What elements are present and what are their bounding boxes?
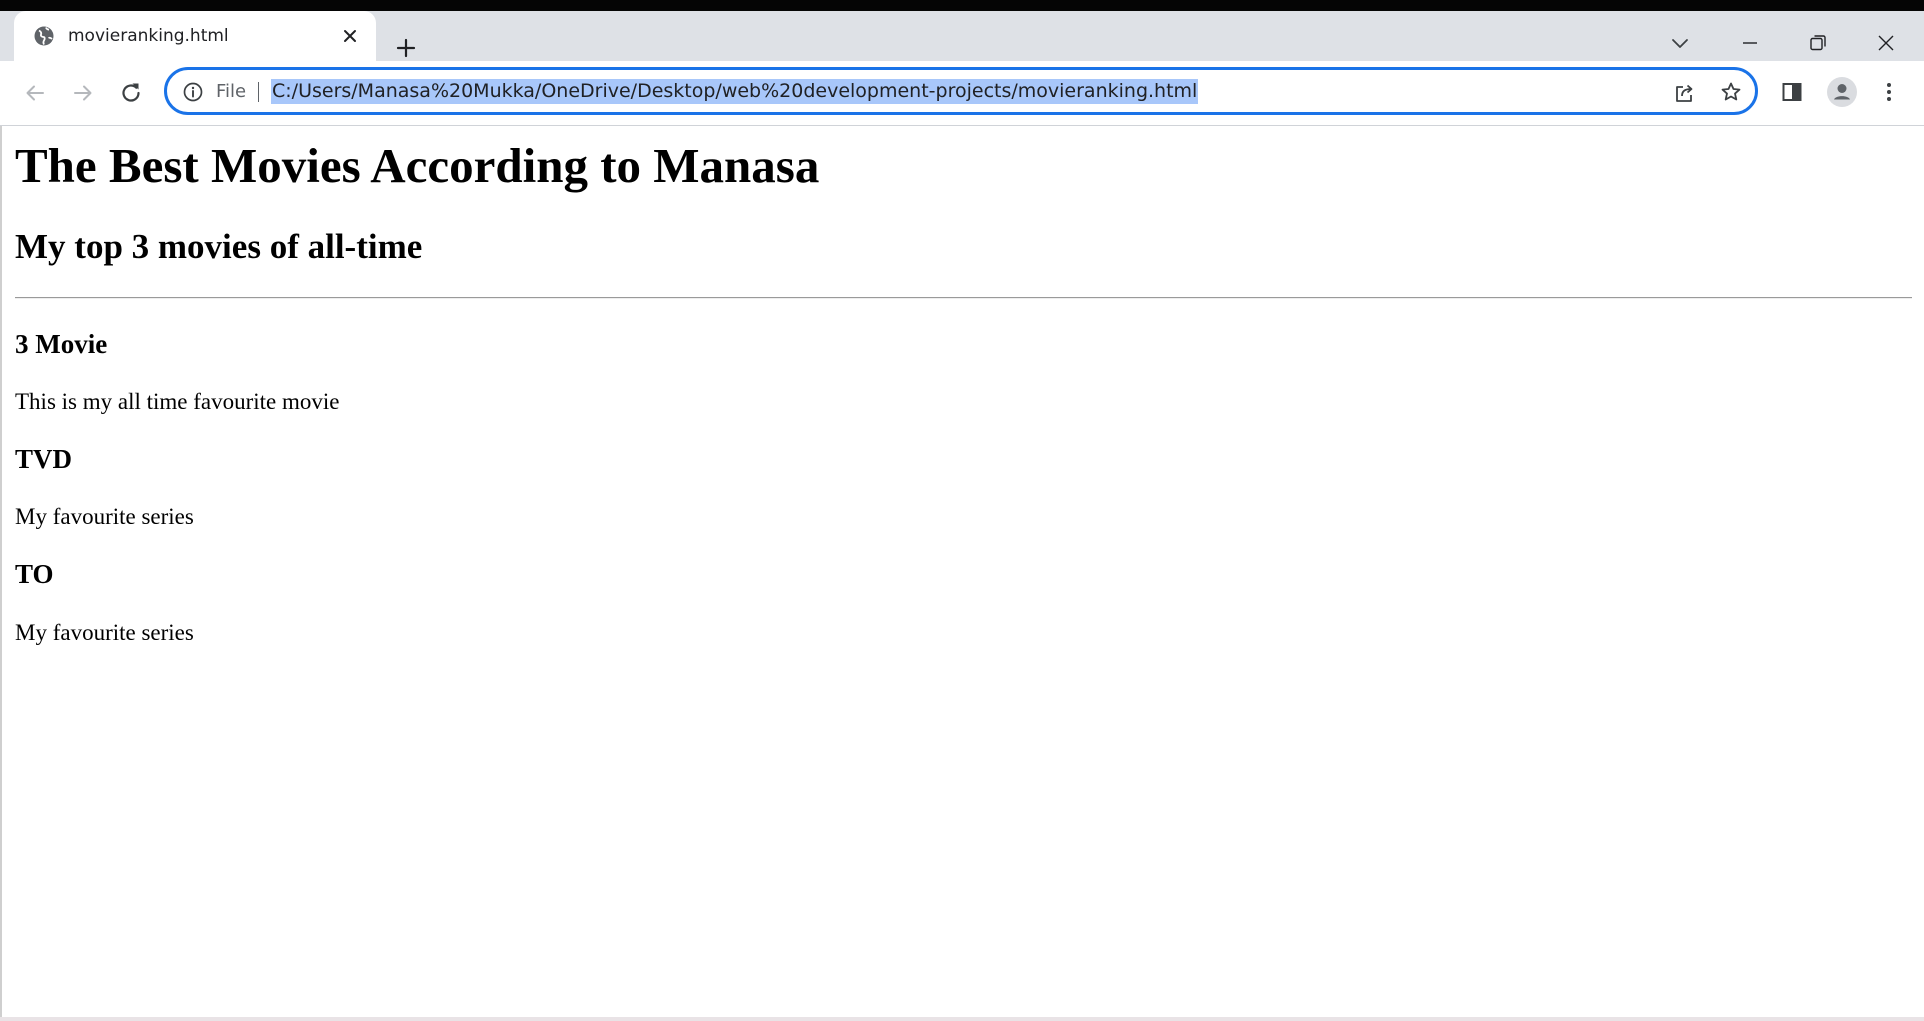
movie-heading: 3 Movie bbox=[15, 329, 108, 359]
tab-title: movieranking.html bbox=[68, 26, 229, 46]
movie-heading: TVD bbox=[15, 444, 73, 474]
file-scheme-label: File bbox=[216, 81, 247, 102]
restore-icon[interactable] bbox=[1806, 31, 1830, 55]
movie-heading: TO bbox=[15, 559, 54, 589]
movie-description: My favourite series bbox=[15, 620, 194, 645]
url-text[interactable]: C:/Users/Manasa%20Mukka/OneDrive/Desktop… bbox=[271, 79, 1199, 104]
horizontal-rule bbox=[15, 297, 1912, 299]
page-subtitle: My top 3 movies of all-time bbox=[15, 227, 423, 266]
more-menu-icon[interactable] bbox=[1877, 80, 1901, 104]
globe-icon bbox=[34, 26, 54, 46]
browser-window: movieranking.html File C:/Users/Manasa%2… bbox=[0, 0, 1924, 1021]
minimize-icon[interactable] bbox=[1738, 31, 1762, 55]
browser-toolbar: File C:/Users/Manasa%20Mukka/OneDrive/De… bbox=[0, 61, 1924, 126]
info-icon[interactable] bbox=[182, 81, 204, 103]
close-window-icon[interactable] bbox=[1874, 31, 1898, 55]
back-arrow-icon[interactable] bbox=[21, 79, 49, 107]
chevron-down-icon[interactable] bbox=[1668, 31, 1692, 55]
bookmark-star-icon[interactable] bbox=[1719, 80, 1743, 104]
movie-description: This is my all time favourite movie bbox=[15, 389, 340, 414]
tab-strip: movieranking.html bbox=[0, 11, 1924, 61]
window-bottom-edge bbox=[0, 1017, 1924, 1021]
address-separator bbox=[258, 82, 259, 102]
page-title: The Best Movies According to Manasa bbox=[15, 138, 820, 193]
share-icon[interactable] bbox=[1672, 81, 1696, 105]
address-bar[interactable]: File C:/Users/Manasa%20Mukka/OneDrive/De… bbox=[164, 67, 1758, 115]
close-icon[interactable] bbox=[339, 25, 361, 47]
window-top-edge bbox=[0, 0, 1924, 11]
profile-avatar-icon[interactable] bbox=[1826, 76, 1858, 108]
new-tab-button[interactable] bbox=[393, 35, 419, 61]
movie-description: My favourite series bbox=[15, 504, 194, 529]
side-panel-icon[interactable] bbox=[1780, 80, 1804, 104]
forward-arrow-icon[interactable] bbox=[69, 79, 97, 107]
tab-movieranking[interactable]: movieranking.html bbox=[14, 11, 376, 61]
page-viewport: The Best Movies According to Manasa My t… bbox=[0, 126, 1924, 1021]
reload-icon[interactable] bbox=[117, 79, 145, 107]
